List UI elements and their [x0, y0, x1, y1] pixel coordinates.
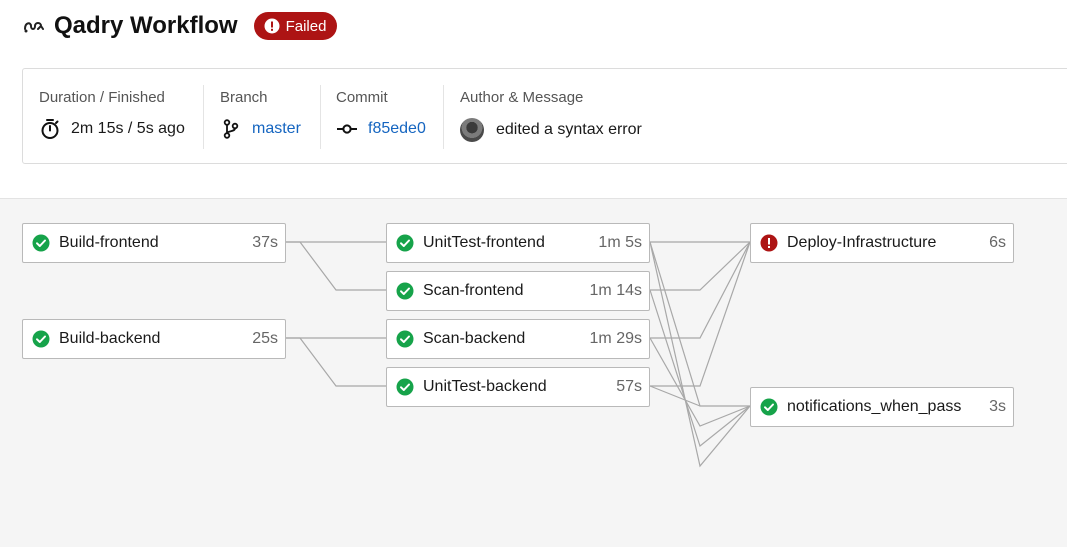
job-build-frontend[interactable]: Build-frontend 37s — [22, 223, 286, 263]
job-name: notifications_when_pass — [787, 398, 962, 415]
branch-value-row: master — [220, 118, 301, 140]
run-summary-card: Duration / Finished 2m 15s / 5s ago Bran… — [22, 68, 1067, 164]
edge — [286, 337, 386, 387]
job-build-backend[interactable]: Build-backend 25s — [22, 319, 286, 359]
edge — [649, 337, 751, 427]
job-name: UnitTest-frontend — [423, 234, 545, 251]
branch-link[interactable]: master — [252, 120, 301, 138]
job-duration: 1m 5s — [598, 234, 642, 251]
job-duration: 57s — [616, 378, 642, 395]
job-scan-backend[interactable]: Scan-backend 1m 29s — [386, 319, 650, 359]
edge — [650, 241, 751, 291]
edge — [649, 385, 701, 407]
workflow-icon — [22, 15, 44, 37]
author-label: Author & Message — [460, 89, 584, 106]
divider — [203, 85, 204, 149]
commit-message: edited a syntax error — [496, 121, 642, 138]
duration-value: 2m 15s / 5s ago — [71, 120, 185, 137]
commit-value-row: f85ede0 — [336, 118, 426, 140]
commit-label: Commit — [336, 89, 388, 106]
success-check-icon — [396, 378, 414, 396]
divider — [320, 85, 321, 149]
job-name: UnitTest-backend — [423, 378, 547, 395]
workflow-header: Qadry Workflow Failed Duration / Finishe… — [0, 0, 1067, 198]
success-check-icon — [396, 234, 414, 252]
alert-circle-icon — [264, 18, 280, 34]
job-duration: 1m 29s — [589, 330, 642, 347]
success-check-icon — [32, 330, 50, 348]
job-duration: 6s — [989, 234, 1006, 251]
job-unittest-backend[interactable]: UnitTest-backend 57s — [386, 367, 650, 407]
branch-label: Branch — [220, 89, 268, 106]
job-name: Scan-frontend — [423, 282, 524, 299]
success-check-icon — [760, 398, 778, 416]
job-deploy-infrastructure[interactable]: Deploy-Infrastructure 6s — [750, 223, 1014, 263]
job-scan-frontend[interactable]: Scan-frontend 1m 14s — [386, 271, 650, 311]
git-commit-icon — [336, 118, 358, 140]
job-name: Build-frontend — [59, 234, 159, 251]
job-duration: 37s — [252, 234, 278, 251]
failed-alert-icon — [760, 234, 778, 252]
status-label: Failed — [285, 17, 327, 35]
job-name: Build-backend — [59, 330, 161, 347]
title-row: Qadry Workflow Failed — [22, 10, 338, 42]
commit-link[interactable]: f85ede0 — [368, 120, 426, 138]
avatar[interactable] — [460, 118, 484, 142]
job-notifications-when-pass[interactable]: notifications_when_pass 3s — [750, 387, 1014, 427]
page-title: Qadry Workflow — [54, 12, 238, 39]
pipeline-graph: Build-frontend 37s Build-backend 25s Uni… — [0, 198, 1067, 547]
edge — [649, 241, 750, 407]
edge — [649, 289, 751, 448]
success-check-icon — [396, 282, 414, 300]
job-unittest-frontend[interactable]: UnitTest-frontend 1m 5s — [386, 223, 650, 263]
edge — [286, 241, 386, 291]
git-branch-icon — [220, 118, 242, 140]
success-check-icon — [396, 330, 414, 348]
job-duration: 25s — [252, 330, 278, 347]
job-duration: 3s — [989, 398, 1006, 415]
divider — [443, 85, 444, 149]
status-badge: Failed — [253, 12, 338, 40]
duration-value-row: 2m 15s / 5s ago — [39, 118, 185, 140]
job-name: Scan-backend — [423, 330, 526, 347]
job-name: Deploy-Infrastructure — [787, 234, 937, 251]
duration-label: Duration / Finished — [39, 89, 165, 106]
stopwatch-icon — [39, 118, 61, 140]
job-duration: 1m 14s — [589, 282, 642, 299]
author-value-row: edited a syntax error — [460, 118, 642, 142]
edge — [649, 241, 751, 468]
success-check-icon — [32, 234, 50, 252]
